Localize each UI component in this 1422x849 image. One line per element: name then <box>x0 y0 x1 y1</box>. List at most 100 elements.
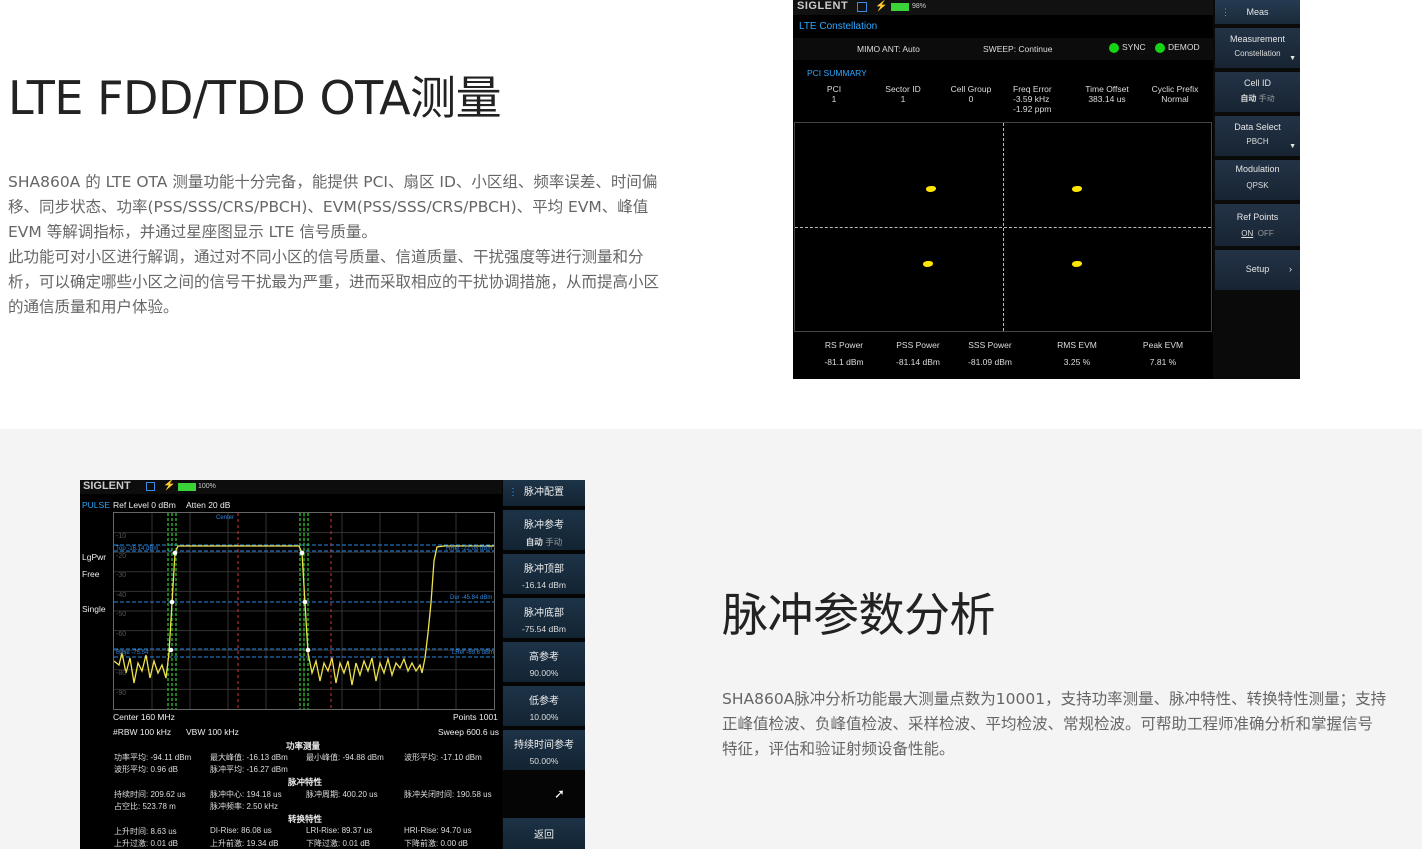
cell-auto-option: 自动 <box>1240 94 1257 103</box>
para-line: 特征，评估和验证射频设备性能。 <box>722 740 955 758</box>
ref-level: Ref Level 0 dBm <box>113 500 176 510</box>
power-plug-icon: ⚡ <box>163 480 176 491</box>
network-icon <box>857 2 867 12</box>
vbw: VBW 100 kHz <box>186 727 239 737</box>
col-value: Normal <box>1161 94 1189 104</box>
para-line: SHA860A脉冲分析功能最大测量点数为10001，支持功率测量、脉冲特性、转换… <box>722 690 1387 708</box>
col-value: -3.59 kHz <box>1013 94 1050 104</box>
metric-label: PSS Power <box>896 340 940 350</box>
y-tick: -10 <box>116 533 127 540</box>
pulse-ref-label: 脉冲参考 <box>524 520 564 531</box>
constellation-point <box>1072 261 1082 267</box>
ref-points-label: Ref Points <box>1236 212 1279 222</box>
cell-id-button[interactable]: Cell ID 自动 手动 <box>1215 72 1300 112</box>
col-header: Cyclic Prefix <box>1151 84 1199 94</box>
back-button[interactable]: 返回 <box>503 818 585 849</box>
result-cell: 波形平均: -17.10 dBm <box>404 753 482 762</box>
siglent-logo: SIGLENT <box>797 0 849 12</box>
menu-dots-icon: ⋮ <box>508 487 518 498</box>
result-cell: LRI-Rise: 89.37 us <box>306 826 373 835</box>
result-cell: 脉冲中心: 194.18 us <box>210 790 282 799</box>
y-tick: -50 <box>116 611 127 619</box>
section-pulse-title: 脉冲特性 <box>288 777 323 787</box>
ref-off-option: OFF <box>1257 229 1274 238</box>
high-ref-value: 90.00% <box>529 668 559 678</box>
pulse-bottom-value: -75.54 dBm <box>522 624 566 634</box>
constellation-point <box>923 261 933 267</box>
battery-level: 100% <box>198 483 216 490</box>
metric-value: -81.09 dBm <box>968 357 1012 367</box>
y-tick: -90 <box>116 689 127 697</box>
pulse-heading: 脉冲参数分析 <box>722 588 996 642</box>
result-cell: 上升前激: 19.34 dB <box>210 839 279 848</box>
points-count: Points 1001 <box>453 712 498 722</box>
measurement-button[interactable]: Measurement Constellation ▼ <box>1215 28 1300 68</box>
pci-summary-table: PCI 1 Sector ID 1 Cell Group 0 Freq Error -3… <box>793 84 1213 120</box>
result-cell: 下降过激: 0.01 dB <box>306 839 371 848</box>
section-transition-title: 转换特性 <box>288 814 323 824</box>
data-select-button[interactable]: Data Select PBCH ▼ <box>1215 116 1300 156</box>
pci-summary-label: PCI SUMMARY <box>807 68 867 78</box>
pulse-top-button[interactable]: 脉冲顶部 -16.14 dBm <box>503 554 585 594</box>
high-ref-button[interactable]: 高参考 90.00% <box>503 642 585 682</box>
dropdown-arrow-icon: ▼ <box>1289 55 1296 62</box>
meas-menu-button[interactable]: ⋮ Meas <box>1215 0 1300 24</box>
data-select-value: PBCH <box>1246 137 1269 146</box>
result-cell: 脉冲平均: -16.27 dBm <box>210 765 288 774</box>
modulation-button[interactable]: Modulation QPSK <box>1215 160 1300 200</box>
dropdown-arrow-icon: ▼ <box>1289 143 1296 150</box>
constellation-point <box>926 186 936 192</box>
mimo-antenna: MIMO ANT: Auto <box>857 44 920 54</box>
cell-id-label: Cell ID <box>1243 78 1271 88</box>
measurement-label: Measurement <box>1229 34 1286 44</box>
metric-label: RMS EVM <box>1057 340 1097 350</box>
low-ref-button[interactable]: 低参考 10.00% <box>503 686 585 726</box>
pulse-bottom-label: 脉冲底部 <box>524 608 564 619</box>
result-cell: DI-Rise: 86.08 us <box>210 826 272 835</box>
sweep-time: Sweep 600.6 us <box>438 727 499 737</box>
duration-ref-button[interactable]: 持续时间参考 50.00% <box>503 730 585 770</box>
power-plug-icon: ⚡ <box>875 1 888 12</box>
y-tick: -70 <box>116 650 127 658</box>
ref-on-option: ON <box>1241 229 1254 238</box>
demod-label: DEMOD <box>1168 42 1200 52</box>
meas-label: Meas <box>1246 7 1269 17</box>
y-tick: -40 <box>116 591 127 599</box>
attenuation: Atten 20 dB <box>186 500 231 510</box>
center-marker-label: Center <box>216 515 235 521</box>
sweep-mode: SWEEP: Continue <box>983 44 1053 54</box>
lte-heading: LTE FDD/TDD OTA测量 <box>8 71 502 125</box>
pulse-ref-button[interactable]: 脉冲参考 自动 手动 <box>503 510 585 550</box>
result-cell: 脉冲关闭时间: 190.58 us <box>404 790 492 799</box>
battery-icon <box>891 3 909 11</box>
pulse-softkey-menu: ⋮ 脉冲配置 脉冲参考 自动 手动 脉冲顶部 -16.14 dBm 脉冲底部 -75.5… <box>502 480 585 849</box>
ref-points-button[interactable]: Ref Points ON OFF <box>1215 204 1300 246</box>
result-cell: HRI-Rise: 94.70 us <box>404 826 472 835</box>
col-value: 1 <box>831 94 837 104</box>
col-header: Sector ID <box>885 84 921 94</box>
pulse-bottom-button[interactable]: 脉冲底部 -75.54 dBm <box>503 598 585 638</box>
sync-indicator: SYNC <box>1109 42 1146 53</box>
setup-button[interactable]: Setup › <box>1215 250 1300 290</box>
para-line: 析，可以确定哪些小区之间的信号干扰最为严重，进而采取相应的干扰协调措施，从而提高… <box>8 273 660 291</box>
result-cell: 持续时间: 209.62 us <box>114 790 186 799</box>
power-evm-summary: RS Power -81.1 dBm PSS Power -81.14 dBm SS… <box>793 340 1213 376</box>
col-value: 0 <box>968 94 974 104</box>
battery-level: 98% <box>912 3 927 10</box>
section-power-title: 功率测量 <box>286 741 321 751</box>
para-line: 的通信质量和用户体验。 <box>8 298 179 316</box>
para-line: 此功能可对小区进行解调，通过对不同小区的信号质量、信道质量、干扰强度等进行测量和… <box>8 248 644 266</box>
metric-value: 3.25 % <box>1063 357 1091 367</box>
axis-horizontal <box>795 227 1211 228</box>
rbw: #RBW 100 kHz <box>113 727 172 737</box>
col-header: Time Offset <box>1085 84 1129 94</box>
para-line: SHA860A 的 LTE OTA 测量功能十分完备，能提供 PCI、扇区 ID… <box>8 173 658 191</box>
col-header: PCI <box>826 84 842 94</box>
col-header: Freq Error <box>1013 84 1052 94</box>
back-label: 返回 <box>534 830 554 841</box>
trigger-mode: Free <box>82 569 100 579</box>
col-value: 383.14 us <box>1088 94 1126 104</box>
sync-label: SYNC <box>1122 42 1146 52</box>
status-bar <box>793 0 1213 15</box>
pulse-config-button[interactable]: ⋮ 脉冲配置 <box>503 480 585 506</box>
